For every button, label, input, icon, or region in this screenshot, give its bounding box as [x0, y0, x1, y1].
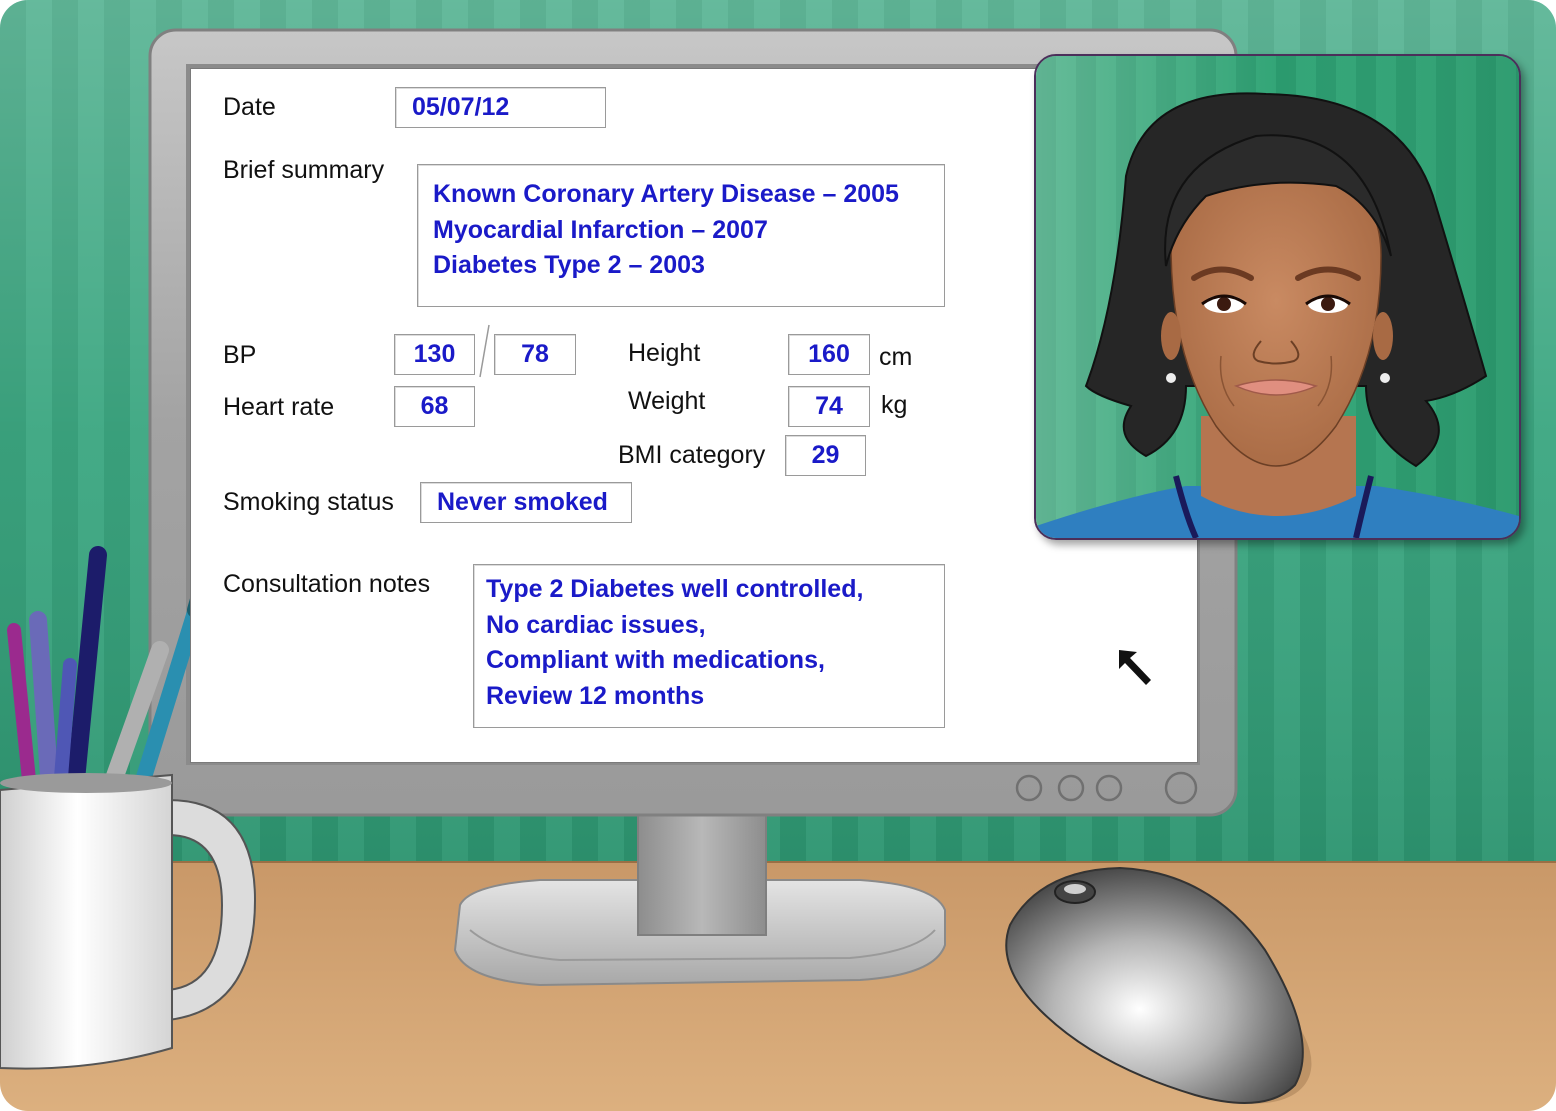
weight-label: Weight: [628, 387, 706, 415]
consultation-notes-field[interactable]: Type 2 Diabetes well controlled, No card…: [473, 564, 945, 728]
bp-systolic-field[interactable]: 130: [394, 334, 475, 375]
heart-rate-field[interactable]: 68: [394, 386, 475, 427]
notes-line: Review 12 months: [486, 681, 705, 710]
height-unit: cm: [879, 343, 913, 371]
height-label: Height: [628, 339, 701, 367]
notes-line: Compliant with medications,: [486, 646, 825, 674]
weight-field[interactable]: 74: [788, 386, 870, 427]
notes-line: No cardiac issues,: [486, 610, 706, 639]
height-field[interactable]: 160: [788, 334, 870, 375]
notes-line: Type 2 Diabetes well controlled,: [486, 575, 864, 603]
patient-portrait: [1034, 54, 1521, 540]
brief-summary-line: Known Coronary Artery Disease – 2005: [433, 180, 899, 208]
weight-unit: kg: [881, 391, 908, 419]
bp-separator: [479, 324, 490, 378]
date-field[interactable]: 05/07/12: [395, 87, 606, 128]
brief-summary-line: Diabetes Type 2 – 2003: [433, 251, 705, 279]
consultation-notes-label: Consultation notes: [223, 570, 431, 598]
smoking-status-field[interactable]: Never smoked: [420, 482, 632, 523]
patient-avatar: [1036, 56, 1519, 538]
brief-summary-field[interactable]: Known Coronary Artery Disease – 2005 Myo…: [417, 164, 945, 307]
bmi-label: BMI category: [618, 441, 766, 469]
date-label: Date: [223, 93, 276, 121]
bmi-field[interactable]: 29: [785, 435, 866, 476]
brief-summary-label: Brief summary: [223, 156, 385, 184]
desk-scene: Date 05/07/12 Brief summary Known Corona…: [0, 0, 1556, 1111]
brief-summary-line: Myocardial Infarction – 2007: [433, 215, 768, 244]
bp-label: BP: [223, 341, 257, 369]
heart-rate-label: Heart rate: [223, 393, 335, 421]
bp-diastolic-field[interactable]: 78: [494, 334, 576, 375]
smoking-status-label: Smoking status: [223, 488, 394, 516]
arrow-cursor-icon: [1119, 650, 1151, 685]
